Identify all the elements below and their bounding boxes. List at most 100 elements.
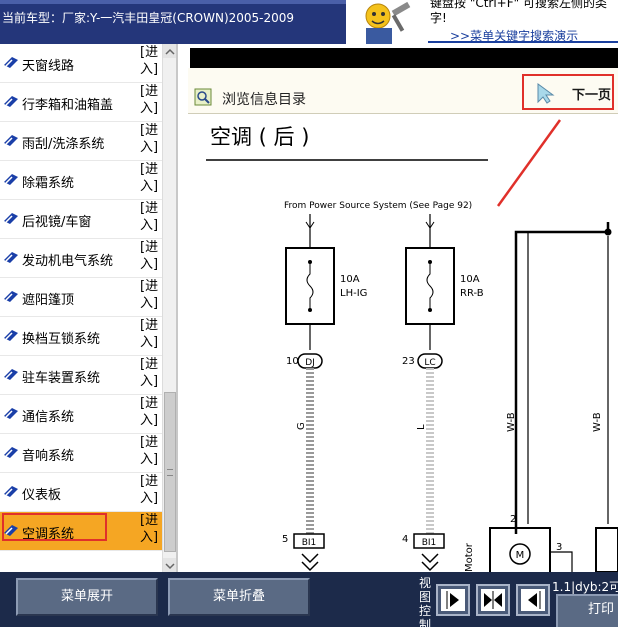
diamond-icon [4,369,18,380]
diamond-icon [4,486,18,497]
enter-link[interactable]: [进入] [140,44,160,78]
enter-link[interactable]: [进入] [140,356,160,390]
sidebar-item[interactable]: 发动机电气系统 [进入] [0,239,162,278]
diamond-icon [4,408,18,419]
sidebar-menu: 天窗线路 [进入] 行李箱和油箱盖 [进入] 雨刮/洗涤系统 [进入] 除霜系统… [0,44,178,572]
sidebar-item[interactable]: 换档互锁系统 [进入] [0,317,162,356]
sidebar-item-label: 发动机电气系统 [22,254,114,269]
scroll-thumb[interactable] [164,392,176,552]
fuse-terminal [428,260,432,264]
wire-color-label: G [296,422,307,430]
annotation-arrow [496,119,562,207]
play-left-icon [521,589,545,611]
app-window: 当前车型：厂家:Y-一汽丰田皇冠(CROWN)2005-2009 键盘按 "Ct… [0,0,618,627]
sidebar-item[interactable]: 遮阳篷顶 [进入] [0,278,162,317]
next-page-button[interactable]: 下一页 [522,74,614,110]
sidebar-item[interactable]: 通信系统 [进入] [0,395,162,434]
view-nav-right-button[interactable] [436,584,470,616]
fuse-terminal [428,308,432,312]
fuse-rating: 10A [460,274,480,285]
sidebar-scrollbar[interactable] [162,44,176,572]
enter-link[interactable]: [进入] [140,122,160,156]
component-box [595,527,618,572]
sidebar-item[interactable]: 后视镜/车窗 [进入] [0,200,162,239]
enter-link[interactable]: [进入] [140,473,160,507]
sidebar-item[interactable]: 行李箱和油箱盖 [进入] [0,83,162,122]
scroll-down-button[interactable] [163,558,176,572]
connector-pin: 4 [402,534,408,545]
chevron-down-icon [421,553,439,572]
enter-link[interactable]: [进入] [140,278,160,312]
fuse-name: RR-B [460,288,484,299]
sidebar-item-label: 除霜系统 [22,176,75,191]
keyboard-tip: 键盘按 "Ctrl+F" 可搜索左侧的类字! >>菜单关键字搜索演示 [428,0,618,44]
connector-code: BI1 [302,538,317,548]
junction-dot [604,228,612,236]
view-nav-left-button[interactable] [516,584,550,616]
sidebar-item[interactable]: 仪表板 [进入] [0,473,162,512]
diamond-icon [4,174,18,185]
menu-collapse-button[interactable]: 菜单折叠 [168,578,310,616]
wiring-diagram: 空调 ( 后 ) From Power Source System (See P… [188,114,618,572]
connector-pin: 5 [282,534,288,545]
sidebar-item-label: 天窗线路 [22,59,75,74]
chevron-down-icon [301,553,319,572]
wire-color-label: W-B [592,412,603,432]
wire-color-label: W-B [506,412,517,432]
header-stripe [0,0,346,4]
enter-link[interactable]: [进入] [140,434,160,468]
motor-pin: 2 [510,514,516,525]
sidebar-item-active[interactable]: 空调系统 [进入] [0,512,162,551]
pointer-hand-icon [537,83,555,104]
viewer-toolbar: 浏览信息目录 下一页 [188,68,618,114]
header-banner: 当前车型：厂家:Y-一汽丰田皇冠(CROWN)2005-2009 [0,0,346,44]
current-car-model: 当前车型：厂家:Y-一汽丰田皇冠(CROWN)2005-2009 [2,11,295,25]
fuse-terminal [308,260,312,264]
sidebar-item-label: 通信系统 [22,410,75,425]
sidebar-item-label: 仪表板 [22,488,62,503]
enter-link[interactable]: [进入] [140,83,160,117]
bottom-toolbar: 菜单展开 菜单折叠 视图控制 1.1|dyb:2可 打印 [0,572,618,627]
sidebar-item-label: 音响系统 [22,449,75,464]
enter-link[interactable]: [进入] [140,239,160,273]
fuse-symbol [306,262,314,310]
sidebar-item-label: 行李箱和油箱盖 [22,98,114,113]
sidebar-item-label: 换档互锁系统 [22,332,101,347]
diamond-icon [4,213,18,224]
sidebar-item[interactable]: 驻车装置系统 [进入] [0,356,162,395]
enter-link[interactable]: [进入] [140,395,160,429]
menu-expand-button[interactable]: 菜单展开 [16,578,158,616]
connector-pin: 10 [286,356,299,367]
fuse-name: LH-IG [340,288,367,299]
diamond-icon [4,330,18,341]
play-right-icon [441,589,465,611]
connector-code: LC [424,358,435,368]
mascot-image [346,0,428,44]
magnifier-icon[interactable] [194,88,212,106]
view-nav-split-button[interactable] [476,584,510,616]
diamond-icon [4,252,18,263]
print-button[interactable]: 打印 [556,594,618,627]
connector-pin: 23 [402,356,415,367]
sidebar-item-label: 空调系统 [22,527,75,542]
source-note: From Power Source System (See Page 92) [284,201,472,211]
enter-link[interactable]: [进入] [140,512,160,546]
sidebar-item[interactable]: 除霜系统 [进入] [0,161,162,200]
motor-pin: 3 [556,542,562,553]
viewer-topbar [190,48,618,68]
chevron-down-icon [165,563,175,570]
enter-link[interactable]: [进入] [140,317,160,351]
sidebar-item-label: 雨刮/洗涤系统 [22,137,105,152]
enter-link[interactable]: [进入] [140,200,160,234]
scroll-up-button[interactable] [163,44,176,58]
enter-link[interactable]: [进入] [140,161,160,195]
status-text: 1.1|dyb:2可 [552,580,618,594]
sidebar-item-label: 驻车装置系统 [22,371,101,386]
sidebar-item[interactable]: 天窗线路 [进入] [0,44,162,83]
sidebar-item[interactable]: 音响系统 [进入] [0,434,162,473]
tip-text: 键盘按 "Ctrl+F" 可搜索左侧的类字! [430,0,607,25]
sidebar-item[interactable]: 雨刮/洗涤系统 [进入] [0,122,162,161]
header: 当前车型：厂家:Y-一汽丰田皇冠(CROWN)2005-2009 键盘按 "Ct… [0,0,618,44]
browse-toc-link[interactable]: 浏览信息目录 [222,89,306,109]
chevron-up-icon [165,48,175,55]
